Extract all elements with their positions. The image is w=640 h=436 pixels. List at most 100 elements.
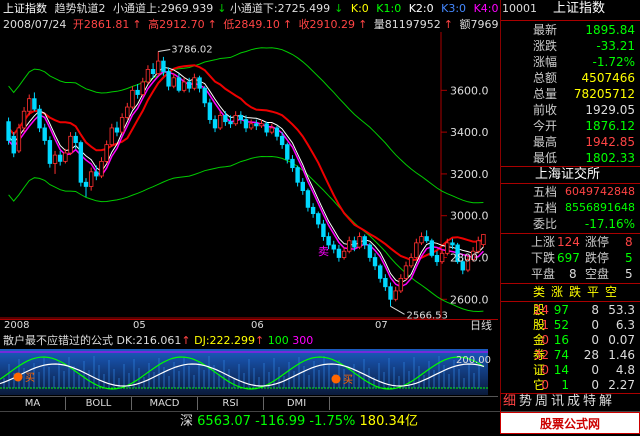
buy-marker: 买 [343,374,353,386]
cat-tab[interactable]: 跌 [569,284,581,300]
indicator-name[interactable]: 趋势轨道2 [55,2,106,15]
cat-tab[interactable]: 类 [533,284,545,300]
open-value: 开2861.81 [72,18,130,31]
shenzhen-amount: 180.34亿 [359,414,419,429]
up-arrow-icon: ↑ [181,334,191,347]
shenzhen-value: 6563.07 [197,414,251,429]
date-label: 06 [251,320,264,331]
peak-label: 3786.02 [171,44,212,55]
date-label: 05 [133,320,146,331]
shenzhen-label: 深 [180,414,194,429]
sector-flat: 0 [591,333,599,347]
up-arrow-icon: ↑ [282,18,293,31]
y-axis-label: 3400.0 [450,126,489,139]
sector-row[interactable]: 它 0 1 0 2.27 [501,377,640,393]
limit-up-count: 8 [625,235,633,249]
footer-tab[interactable]: 周 [535,394,548,410]
indicator-level-label: 200.00 [456,355,491,366]
up-arrow-icon: ↑ [443,18,453,31]
indicator-chart[interactable]: 200.00 买 买 [0,349,498,395]
sector-row[interactable]: 股 1 52 0 6.3 [501,317,640,333]
empty-count: 5 [625,267,633,281]
footer-tab[interactable]: 成 [567,394,580,410]
wu-jia-label: 五档 [533,185,558,199]
sector-row[interactable]: 股 24 97 8 53.3 [501,302,640,318]
sector-up: 24 [533,303,549,317]
quote-row-value: -1.72% [592,55,635,69]
sector-down: 74 [553,348,569,362]
k2-value: K2:0 [408,2,434,15]
candle [37,104,42,133]
tab-dmi[interactable]: DMI [264,397,330,410]
quote-row-value: 78205712 [573,87,635,101]
sector-down: 97 [553,303,569,317]
sector-down: 14 [553,363,569,377]
date-label: 2008 [4,320,30,331]
sector-down: 16 [553,333,569,347]
sector-flat: 0 [591,363,599,377]
footer-tab[interactable]: 讯 [551,394,564,410]
exchange-row: 上海证交所 [501,167,640,183]
quote-row-value: 4507466 [581,71,635,85]
sector-row[interactable]: 金 0 16 0 0.07 [501,332,640,348]
tab-ma[interactable]: MA [0,397,66,410]
sector-ratio: 2.27 [608,378,635,392]
date-value: 2008/07/24 [3,18,67,31]
sector-row[interactable]: 券 32 74 28 1.46 [501,347,640,363]
sell-marker: 卖 [318,245,329,258]
sector-up: 0 [541,333,549,347]
shenzhen-change: -116.99 [255,414,306,429]
sector-flat: 28 [583,348,599,362]
sector-ratio: 4.8 [615,363,635,377]
quote-name[interactable]: 上证指数 [553,1,605,17]
k4-value: K4:0 [473,2,498,15]
cat-tab[interactable]: 涨 [551,284,563,300]
quote-row-label: 最低 [533,151,558,165]
candlestick-chart[interactable]: 3600.0 3400.0 3200.0 3000.0 2800.0 2600.0 378… [0,32,498,319]
quote-row-label: 最新 [533,23,558,37]
cat-tab[interactable]: 空 [605,284,617,300]
down-arrow-icon: ↓ [334,2,344,15]
footer-tab[interactable]: 特 [583,394,596,410]
indicator-v1: 100 [267,334,289,347]
quote-row-value: 1876.12 [585,119,635,133]
limit-up-label: 涨停 [585,235,610,249]
sector-ratio: 1.46 [608,348,635,362]
buy5-row: 五档 6049742848 [501,184,640,200]
indicator-tabs: MA BOLL MACD RSI DMI [0,396,498,410]
sector-up: 0 [541,378,549,392]
quote-row: 涨跌 -33.21 [501,38,640,54]
period-label[interactable]: 日线 [470,319,492,333]
quote-row-value: 1895.84 [585,23,635,37]
sector-ratio: 6.3 [615,318,635,332]
sector-down: 1 [561,378,569,392]
volume-value: 量81197952 [373,18,441,31]
indicator-v2: 300 [292,334,314,347]
updown-row-1: 上涨 124 涨停 8 [501,234,640,250]
quote-row: 最新 1895.84 [501,22,640,38]
tab-macd[interactable]: MACD [132,397,198,410]
footer-tab[interactable]: 细 [503,394,516,410]
cat-tab[interactable]: 平 [587,284,599,300]
footer-tab[interactable]: 势 [519,394,532,410]
down-count: 697 [557,251,580,265]
date-axis: 2008 05 06 07 日线 [0,319,498,333]
tab-rsi[interactable]: RSI [198,397,264,410]
sector-flat: 0 [591,318,599,332]
indicator-formula-name[interactable]: 散户最不应错过的公式 [3,334,113,347]
sector-ratio: 0.07 [608,333,635,347]
updown-row-2: 下跌 697 跌停 5 [501,250,640,266]
indicator-bar: 散户最不应错过的公式 DK:216.061↑ DJ:222.299↑ 100 3… [0,333,498,349]
trough-label: 2566.53 [407,310,448,319]
up-label: 上涨 [531,235,556,249]
limit-down-count: 5 [625,251,633,265]
down-arrow-icon: ↓ [217,2,227,15]
tab-boll[interactable]: BOLL [66,397,132,410]
quote-row-value: 1942.85 [585,135,635,149]
sector-flat: 0 [591,378,599,392]
sector-row[interactable]: 证 0 14 0 4.8 [501,362,640,378]
up-arrow-icon: ↑ [358,18,368,31]
footer-tab[interactable]: 解 [599,394,612,410]
sector-flat: 8 [591,303,599,317]
amount-value: 额7969065 [459,18,499,31]
